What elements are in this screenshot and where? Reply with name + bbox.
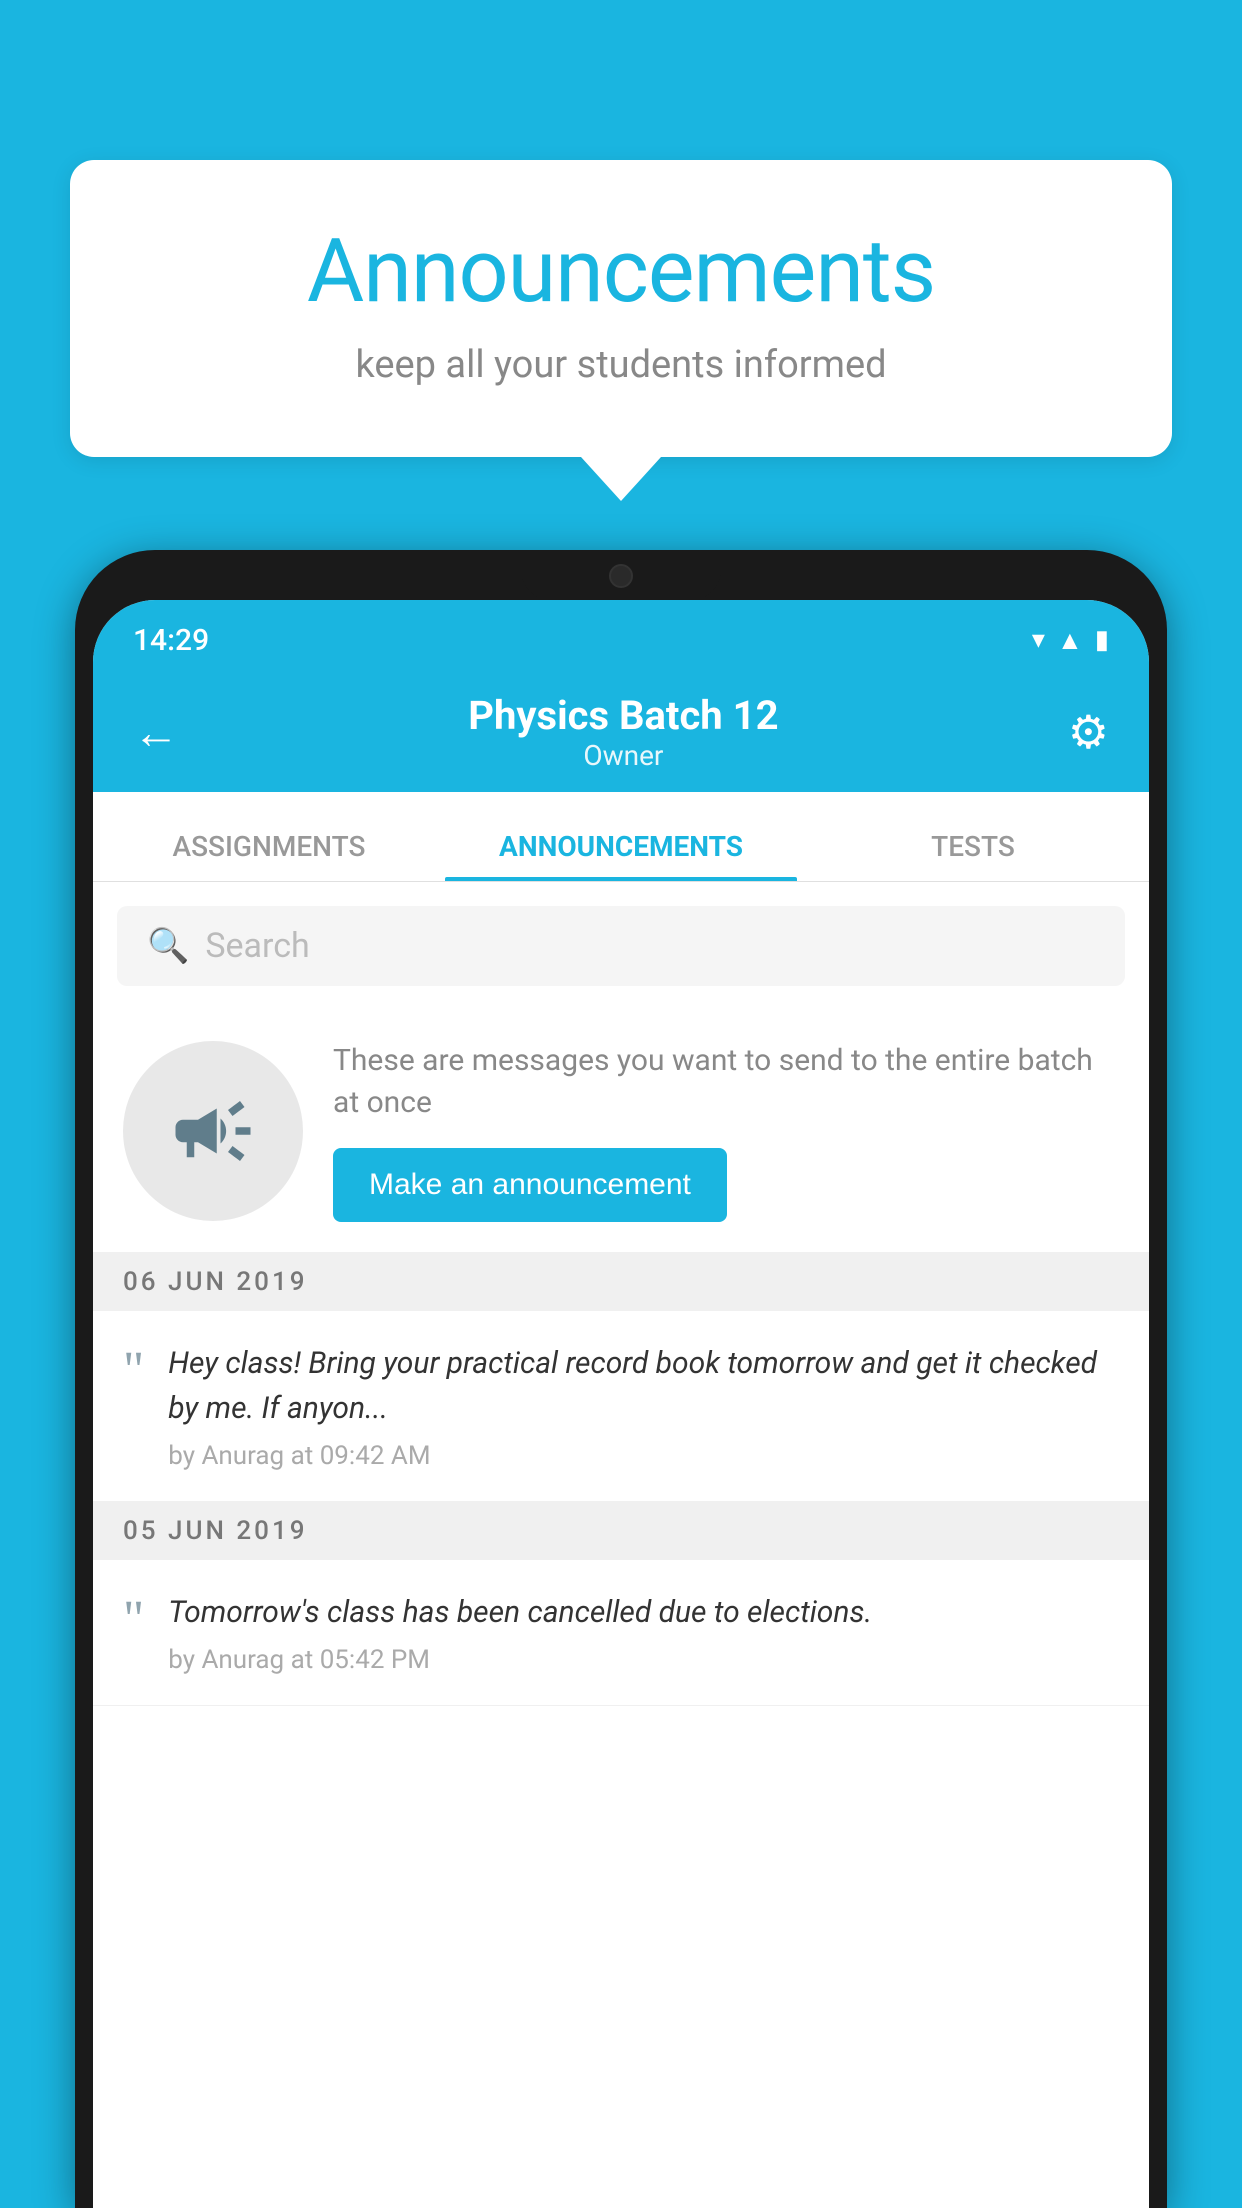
- announcement-meta-2: by Anurag at 05:42 PM: [168, 1645, 1119, 1675]
- search-icon: 🔍: [147, 926, 189, 966]
- tab-announcements[interactable]: ANNOUNCEMENTS: [445, 830, 797, 881]
- settings-icon[interactable]: ⚙: [1068, 705, 1109, 760]
- search-placeholder: Search: [205, 926, 309, 966]
- announcement-text-block-2: Tomorrow's class has been cancelled due …: [168, 1590, 1119, 1675]
- promo-right: These are messages you want to send to t…: [333, 1040, 1119, 1222]
- search-bar[interactable]: 🔍 Search: [117, 906, 1125, 986]
- header-title: Physics Batch 12: [468, 692, 778, 739]
- phone-screen: 14:29 ▾ ▲ ▮ ← Physics Batch 12 Owner ⚙ A…: [93, 600, 1149, 2208]
- tab-assignments[interactable]: ASSIGNMENTS: [93, 830, 445, 881]
- megaphone-icon: [168, 1086, 258, 1176]
- announcement-card: Announcements keep all your students inf…: [70, 160, 1172, 457]
- promo-area: These are messages you want to send to t…: [93, 1010, 1149, 1253]
- phone-frame: 14:29 ▾ ▲ ▮ ← Physics Batch 12 Owner ⚙ A…: [75, 550, 1167, 2208]
- header-subtitle: Owner: [468, 739, 778, 772]
- announcement-item-2[interactable]: " Tomorrow's class has been cancelled du…: [93, 1560, 1149, 1706]
- make-announcement-button[interactable]: Make an announcement: [333, 1148, 727, 1222]
- phone-notch: [521, 550, 721, 600]
- date-separator-1: 06 JUN 2019: [93, 1253, 1149, 1311]
- back-button[interactable]: ←: [133, 705, 179, 760]
- battery-icon: ▮: [1095, 625, 1109, 655]
- announcement-meta-1: by Anurag at 09:42 AM: [168, 1441, 1119, 1471]
- status-bar: 14:29 ▾ ▲ ▮: [93, 600, 1149, 672]
- announcement-card-title: Announcements: [150, 220, 1092, 323]
- tab-bar: ASSIGNMENTS ANNOUNCEMENTS TESTS: [93, 792, 1149, 882]
- phone-camera: [609, 564, 633, 588]
- phone-content: 🔍 Search These are messages you want to …: [93, 882, 1149, 2208]
- announcement-text-2: Tomorrow's class has been cancelled due …: [168, 1590, 1119, 1635]
- status-time: 14:29: [133, 623, 209, 658]
- header-title-block: Physics Batch 12 Owner: [468, 692, 778, 772]
- date-separator-2: 05 JUN 2019: [93, 1502, 1149, 1560]
- promo-description: These are messages you want to send to t…: [333, 1040, 1119, 1124]
- wifi-icon: ▾: [1032, 625, 1045, 655]
- signal-icon: ▲: [1057, 625, 1083, 656]
- promo-icon-circle: [123, 1041, 303, 1221]
- app-header: ← Physics Batch 12 Owner ⚙: [93, 672, 1149, 792]
- announcement-text-1: Hey class! Bring your practical record b…: [168, 1341, 1119, 1431]
- status-icons: ▾ ▲ ▮: [1032, 625, 1109, 656]
- tab-tests[interactable]: TESTS: [797, 830, 1149, 881]
- announcement-card-subtitle: keep all your students informed: [150, 343, 1092, 387]
- quote-icon-1: ": [123, 1345, 144, 1397]
- quote-icon-2: ": [123, 1594, 144, 1646]
- announcement-text-block-1: Hey class! Bring your practical record b…: [168, 1341, 1119, 1471]
- announcement-item-1[interactable]: " Hey class! Bring your practical record…: [93, 1311, 1149, 1502]
